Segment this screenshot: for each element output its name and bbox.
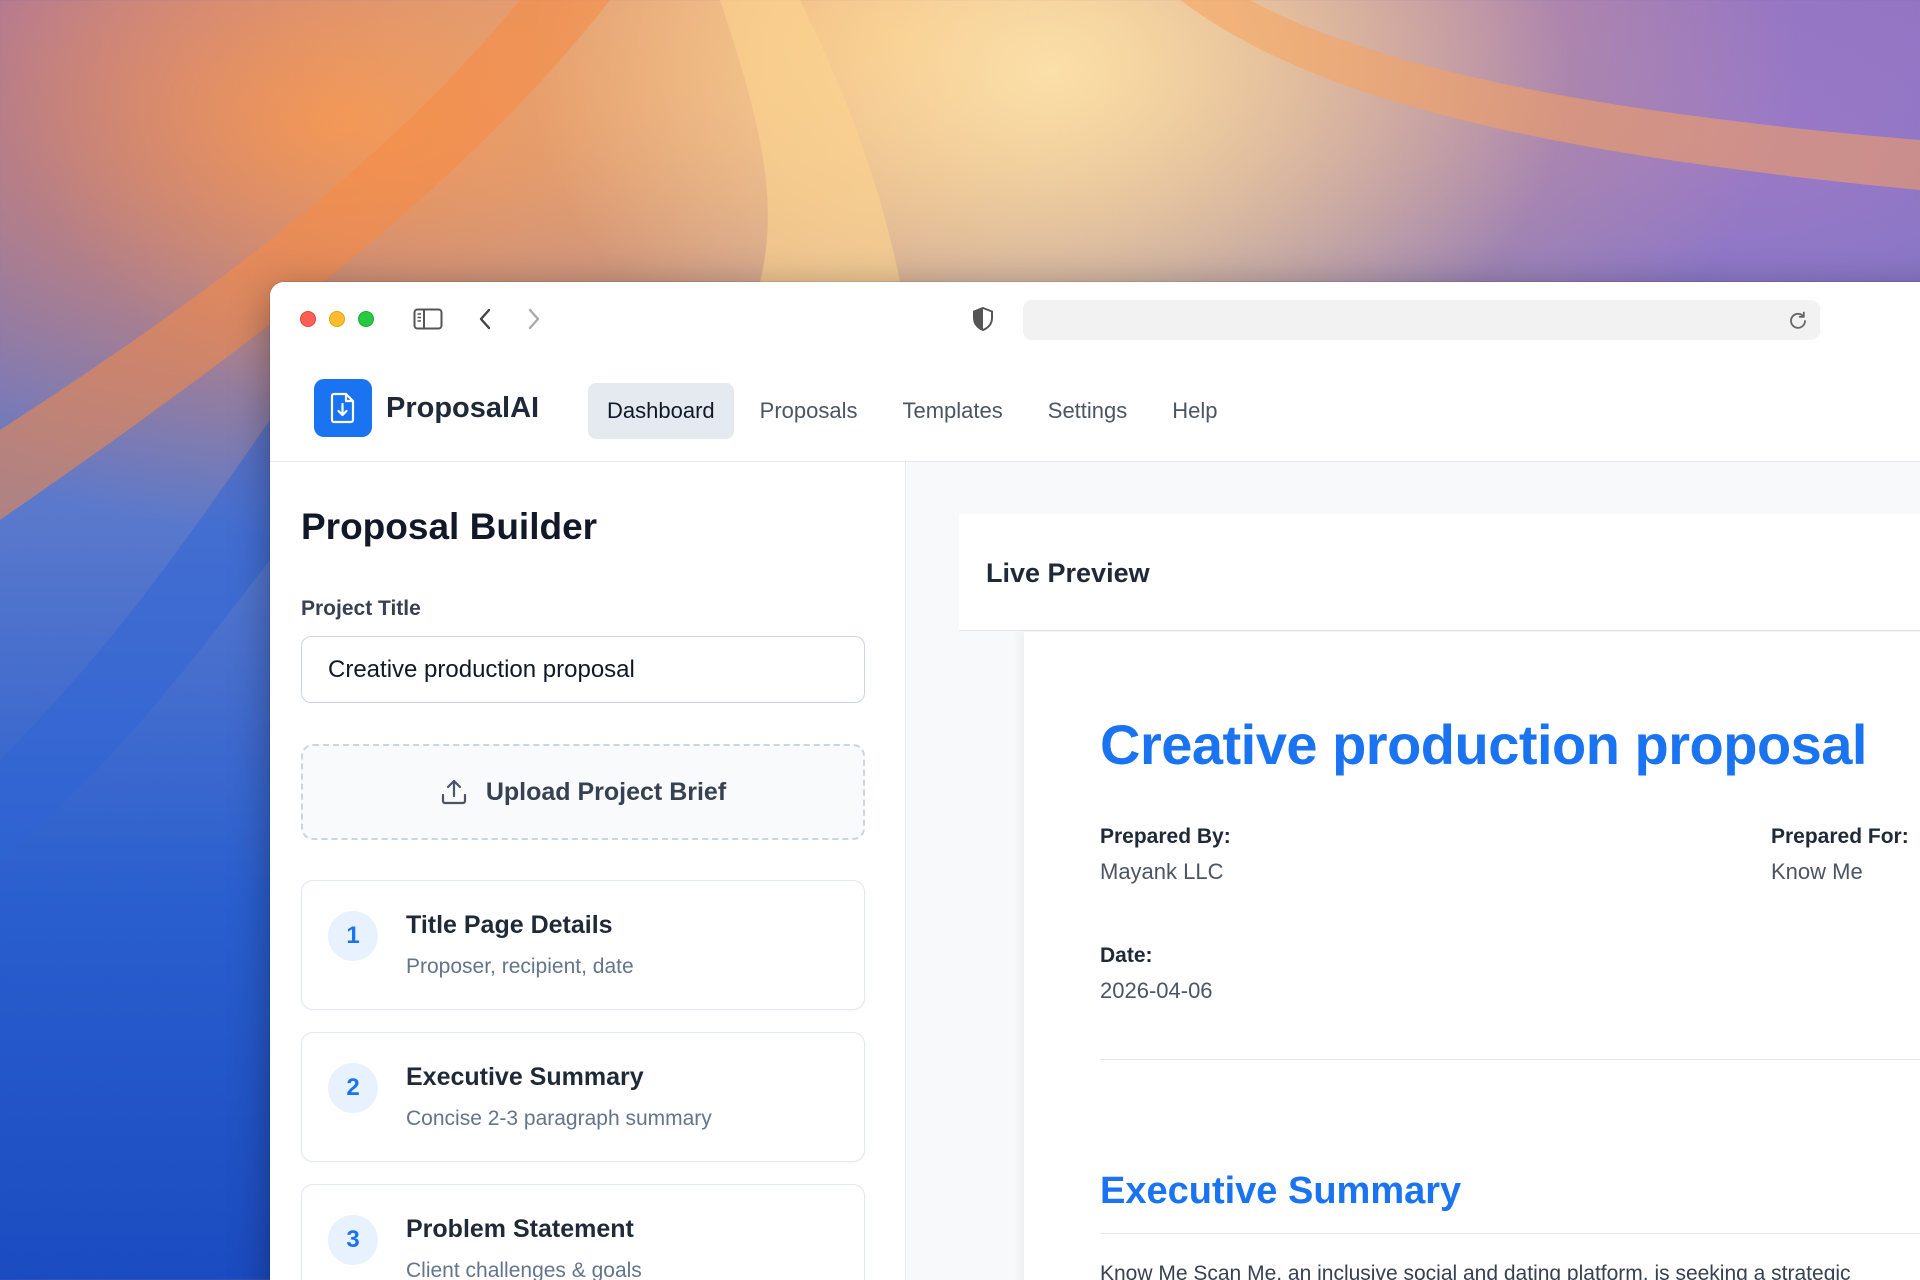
document-download-icon [330,392,355,424]
sidebar-toggle-icon[interactable] [413,304,443,334]
step-number-badge: 2 [328,1063,378,1113]
prepared-by-label: Prepared By: [1100,825,1231,848]
app-header: ProposalAI Dashboard Proposals Templates… [270,356,1920,462]
browser-titlebar [270,282,1920,356]
main-nav: Dashboard Proposals Templates Settings H… [588,383,1244,439]
upload-icon [441,779,466,805]
document-divider [1100,1059,1920,1060]
live-preview-header: Live Preview [959,514,1920,631]
date-value: 2026-04-06 [1100,978,1213,1003]
executive-summary-text: Know Me Scan Me, an inclusive social and… [1100,1262,1851,1280]
builder-title: Proposal Builder [301,506,598,547]
step-number-badge: 1 [328,911,378,961]
step-subtitle: Concise 2-3 paragraph summary [406,1107,712,1130]
prepared-for-label: Prepared For: [1771,825,1909,848]
step-card-title-page[interactable]: 1 Title Page Details Proposer, recipient… [301,880,865,1010]
step-title: Problem Statement [406,1215,634,1243]
proposal-document-preview: Creative production proposal Prepared By… [1024,632,1920,1280]
nav-tab-help[interactable]: Help [1153,383,1236,439]
nav-tab-templates[interactable]: Templates [883,383,1021,439]
back-arrow-icon[interactable] [473,304,497,334]
step-card-executive-summary[interactable]: 2 Executive Summary Concise 2-3 paragrap… [301,1032,865,1162]
prepared-by-value: Mayank LLC [1100,859,1224,884]
upload-button-label: Upload Project Brief [485,777,727,806]
live-preview-panel: Live Preview Creative production proposa… [907,462,1920,1280]
date-label: Date: [1100,944,1153,967]
minimize-window-button[interactable] [329,311,345,327]
app-logo[interactable] [314,379,372,437]
app-brand-name: ProposalAI [386,392,540,424]
project-title-input[interactable] [301,636,865,703]
nav-tab-proposals[interactable]: Proposals [741,383,877,439]
project-title-label: Project Title [301,597,421,620]
step-number-badge: 3 [328,1215,378,1265]
step-title: Title Page Details [406,911,613,939]
section-divider [1100,1233,1920,1234]
forward-arrow-icon[interactable] [522,304,546,334]
zoom-window-button[interactable] [358,311,374,327]
step-card-problem-statement[interactable]: 3 Problem Statement Client challenges & … [301,1184,865,1280]
prepared-for-value: Know Me [1771,859,1863,884]
nav-tab-dashboard[interactable]: Dashboard [588,383,734,439]
step-subtitle: Client challenges & goals [406,1259,642,1280]
live-preview-title: Live Preview [986,558,1150,588]
executive-summary-heading: Executive Summary [1100,1170,1462,1212]
proposal-builder-panel: Proposal Builder Project Title Upload Pr… [270,462,906,1280]
step-title: Executive Summary [406,1063,644,1091]
nav-tab-settings[interactable]: Settings [1029,383,1147,439]
step-subtitle: Proposer, recipient, date [406,955,634,978]
privacy-shield-icon[interactable] [970,304,996,334]
browser-window: ProposalAI Dashboard Proposals Templates… [270,282,1920,1280]
document-title: Creative production proposal [1100,713,1868,776]
upload-project-brief-button[interactable]: Upload Project Brief [301,744,865,840]
address-bar[interactable] [1023,300,1820,340]
reload-icon[interactable] [1788,310,1808,330]
close-window-button[interactable] [300,311,316,327]
